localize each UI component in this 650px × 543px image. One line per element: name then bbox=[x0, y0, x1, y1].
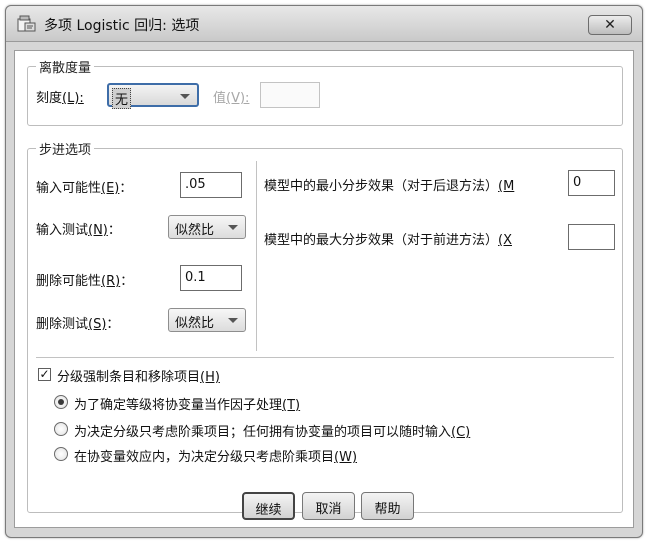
radio-covariates-as-factors-label: 为了确定等级将协变量当作因子处理(T) bbox=[74, 394, 300, 413]
dispersion-group: 离散度量 刻度(L): 无 值(V): bbox=[27, 57, 623, 126]
hierarchy-label-text: 分级强制条目和移除项目 bbox=[57, 370, 201, 385]
min-effects-text: 模型中的最小分步效果（对于后退方法） bbox=[264, 179, 499, 194]
entry-test-text: 输入测试 bbox=[36, 223, 89, 238]
scale-label-text: 刻度 bbox=[36, 91, 63, 106]
removal-probability-text: 删除可能性 bbox=[36, 274, 102, 289]
stepping-legend: 步进选项 bbox=[36, 139, 95, 158]
radio-within-covariate-effects[interactable] bbox=[54, 447, 68, 461]
close-icon: ✕ bbox=[604, 17, 616, 33]
column-divider bbox=[256, 161, 257, 351]
options-dialog: 多项 Logistic 回归: 选项 ✕ 离散度量 刻度(L): 无 值(V):… bbox=[5, 5, 643, 538]
entry-probability-mnemonic: (E) bbox=[101, 181, 120, 196]
dialog-body: 离散度量 刻度(L): 无 值(V): 步进选项 输入可能性(E)： .05 输… bbox=[14, 50, 634, 528]
window-title: 多项 Logistic 回归: 选项 bbox=[44, 18, 200, 34]
radio-factor-terms-only-label: 为决定分级只考虑阶乘项目；任何拥有协变量的项目可以随时输入(C) bbox=[74, 421, 470, 440]
removal-probability-colon: ： bbox=[120, 274, 134, 289]
removal-probability-label: 删除可能性(R)： bbox=[36, 270, 133, 289]
dispersion-legend: 离散度量 bbox=[36, 57, 95, 76]
hierarchy-label: 分级强制条目和移除项目(H) bbox=[57, 366, 220, 385]
entry-test-select[interactable]: 似然比 bbox=[168, 215, 246, 239]
removal-test-value: 似然比 bbox=[175, 316, 215, 331]
min-effects-label: 模型中的最小分步效果（对于后退方法）(M bbox=[264, 175, 514, 194]
radio-option-text: 为了确定等级将协变量当作因子处理 bbox=[74, 398, 283, 413]
removal-test-colon: ： bbox=[106, 317, 120, 332]
scale-select[interactable]: 无 bbox=[107, 83, 199, 109]
entry-probability-colon: ： bbox=[119, 181, 133, 196]
entry-probability-label: 输入可能性(E)： bbox=[36, 177, 132, 196]
removal-test-text: 删除测试 bbox=[36, 317, 89, 332]
radio-option-mnemonic: (C) bbox=[451, 425, 471, 440]
max-effects-label: 模型中的最大分步效果（对于前进方法）(X bbox=[264, 229, 512, 248]
min-effects-input[interactable]: 0 bbox=[568, 170, 615, 196]
scale-mnemonic: (L): bbox=[62, 91, 84, 106]
removal-probability-input[interactable]: 0.1 bbox=[180, 265, 242, 291]
chevron-down-icon bbox=[180, 94, 190, 99]
chevron-down-icon bbox=[228, 318, 238, 323]
radio-option-mnemonic: (W) bbox=[334, 450, 358, 465]
entry-test-value: 似然比 bbox=[175, 223, 215, 238]
entry-test-colon: ： bbox=[107, 223, 121, 238]
removal-probability-mnemonic: (R) bbox=[101, 274, 121, 289]
radio-option-text: 为决定分级只考虑阶乘项目；任何拥有协变量的项目可以随时输入 bbox=[74, 425, 452, 440]
removal-test-select[interactable]: 似然比 bbox=[168, 308, 246, 332]
removal-test-label: 删除测试(S)： bbox=[36, 313, 119, 332]
title-bar: 多项 Logistic 回归: 选项 ✕ bbox=[6, 6, 642, 42]
app-icon bbox=[17, 15, 36, 32]
continue-button[interactable]: 继续 bbox=[242, 492, 295, 520]
chevron-down-icon bbox=[228, 225, 238, 230]
close-button[interactable]: ✕ bbox=[588, 15, 632, 35]
value-label: 值(V): bbox=[213, 87, 249, 106]
radio-option-mnemonic: (T) bbox=[282, 398, 301, 413]
hierarchy-checkbox[interactable]: ✓ bbox=[38, 368, 51, 381]
cancel-button[interactable]: 取消 bbox=[302, 492, 355, 520]
value-label-text: 值 bbox=[213, 91, 227, 106]
value-input[interactable] bbox=[260, 82, 320, 108]
radio-option-text: 在协变量效应内，为决定分级只考虑阶乘项目 bbox=[74, 450, 335, 465]
max-effects-text: 模型中的最大分步效果（对于前进方法） bbox=[264, 233, 499, 248]
max-effects-mnemonic: (X bbox=[498, 233, 512, 248]
removal-test-mnemonic: (S) bbox=[88, 317, 107, 332]
scale-select-value: 无 bbox=[112, 88, 132, 109]
min-effects-mnemonic: (M bbox=[498, 179, 515, 194]
entry-probability-input[interactable]: .05 bbox=[180, 172, 242, 198]
radio-factor-terms-only[interactable] bbox=[54, 422, 68, 436]
scale-label: 刻度(L): bbox=[36, 87, 84, 106]
max-effects-input[interactable] bbox=[568, 224, 615, 250]
hierarchy-divider bbox=[36, 357, 614, 358]
value-mnemonic: (V): bbox=[226, 91, 250, 106]
radio-covariates-as-factors[interactable] bbox=[54, 395, 68, 409]
hierarchy-mnemonic: (H) bbox=[200, 370, 220, 385]
help-button[interactable]: 帮助 bbox=[361, 492, 414, 520]
radio-within-covariate-effects-label: 在协变量效应内，为决定分级只考虑阶乘项目(W) bbox=[74, 446, 357, 465]
entry-probability-text: 输入可能性 bbox=[36, 181, 102, 196]
stepping-group: 步进选项 输入可能性(E)： .05 输入测试(N)： 似然比 删除可能性(R)… bbox=[27, 139, 623, 513]
entry-test-label: 输入测试(N)： bbox=[36, 219, 121, 238]
entry-test-mnemonic: (N) bbox=[88, 223, 108, 238]
